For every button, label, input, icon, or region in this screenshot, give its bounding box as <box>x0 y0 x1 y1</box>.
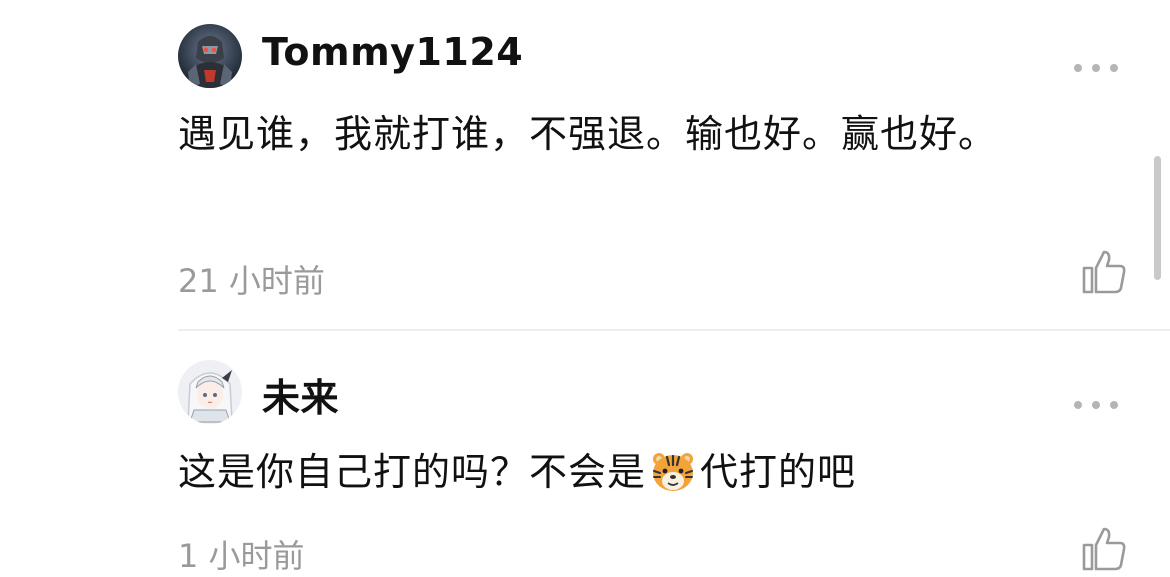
comment-timestamp: 1 小时前 <box>178 537 305 575</box>
more-dots-icon[interactable] <box>1074 398 1118 412</box>
armored-robot-avatar-icon <box>178 24 242 88</box>
comment-item: 未来 这是你自己打的吗？不会是 代打的吧 1 小时前 <box>0 331 1170 575</box>
comment-text-part: 这是你自己打的吗？不会是 <box>178 450 647 494</box>
comment-item: Tommy1124 遇见谁，我就打谁，不强退。输也好。赢也好。 21 小时前 <box>0 0 1170 330</box>
comment-text-part: 代打的吧 <box>700 450 857 494</box>
username[interactable]: Tommy1124 <box>262 30 523 74</box>
avatar[interactable] <box>178 360 242 424</box>
comment-text: 这是你自己打的吗？不会是 代打的吧 <box>178 440 1028 504</box>
thumbs-up-icon[interactable] <box>1080 248 1128 296</box>
anime-girl-avatar-icon <box>178 360 242 424</box>
tiger-face-emoji <box>650 448 696 491</box>
comment-timestamp: 21 小时前 <box>178 262 325 300</box>
more-dots-icon[interactable] <box>1074 61 1118 75</box>
thumbs-up-icon[interactable] <box>1080 525 1128 573</box>
comment-text: 遇见谁，我就打谁，不强退。输也好。赢也好。 <box>178 112 998 156</box>
scrollbar[interactable] <box>1154 156 1161 280</box>
username[interactable]: 未来 <box>262 367 339 422</box>
avatar[interactable] <box>178 24 242 88</box>
